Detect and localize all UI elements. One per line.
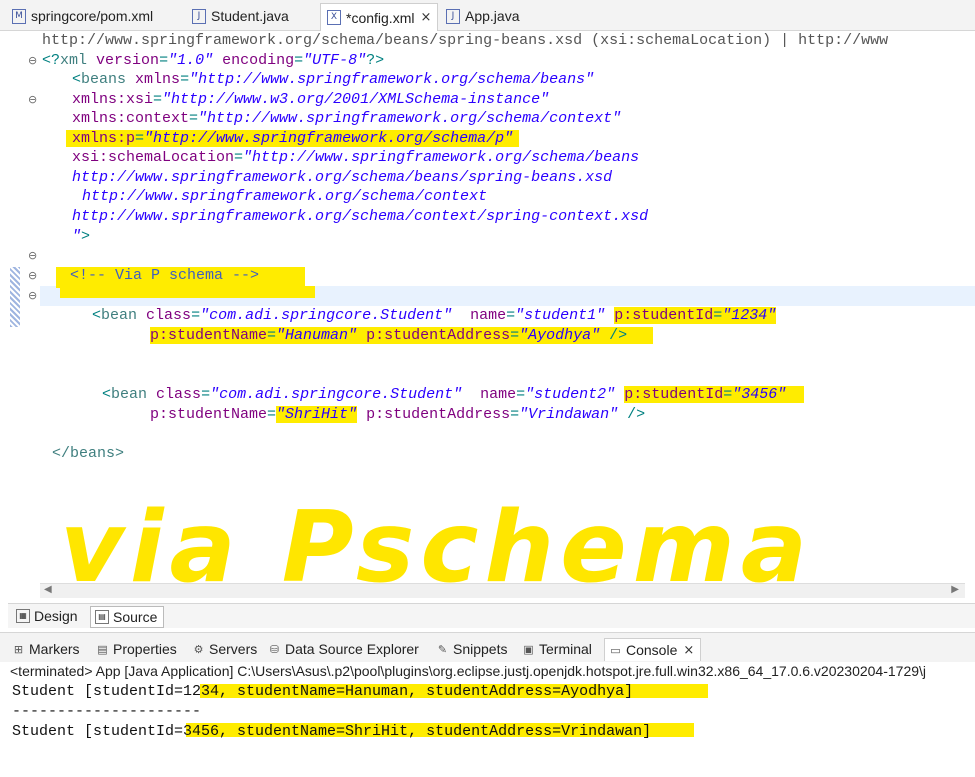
code-line-beans-open: <beans xmlns="http://www.springframework… xyxy=(72,71,595,88)
tab-label: Design xyxy=(34,608,78,624)
maven-file-icon: M xyxy=(12,8,26,24)
editor-mode-tabs: ▦ Design ▤ Source xyxy=(8,603,975,628)
tab-app-java[interactable]: J App.java xyxy=(440,4,519,28)
tab-terminal[interactable]: ▣ Terminal xyxy=(522,638,592,660)
snippets-icon: ✎ xyxy=(437,642,448,656)
code-line-xml-decl: <?xml version="1.0" encoding="UTF-8"?> xyxy=(42,52,385,69)
code-line-xmlns-xsi: xmlns:xsi="http://www.w3.org/2001/XMLSch… xyxy=(72,91,550,108)
tab-label: Snippets xyxy=(453,641,508,657)
tab-design[interactable]: ▦ Design xyxy=(12,606,78,626)
close-icon[interactable]: × xyxy=(420,10,431,25)
tab-label: Terminal xyxy=(539,641,592,657)
java-file-icon: J xyxy=(446,8,460,24)
tab-label: Data Source Explorer xyxy=(285,641,419,657)
console-output-line: --------------------- xyxy=(12,703,202,720)
tab-label: Servers xyxy=(209,641,258,657)
console-status: <terminated> App [Java Application] C:\U… xyxy=(10,663,927,679)
code-line-bean2-b: p:studentName="ShriHit" p:studentAddress… xyxy=(150,406,646,423)
tab-console[interactable]: ▭ Console × xyxy=(604,638,702,661)
fold-toggle-icon[interactable]: ⊖ xyxy=(28,270,38,281)
design-tab-icon: ▦ xyxy=(16,609,30,623)
code-line-bean1-b: p:studentName="Hanuman" p:studentAddress… xyxy=(150,326,654,346)
code-line-beans-close: </beans> xyxy=(52,445,125,462)
tab-pom-xml[interactable]: M springcore/pom.xml xyxy=(6,4,153,28)
code-line-schema-3: http://www.springframework.org/schema/co… xyxy=(82,188,488,205)
tab-snippets[interactable]: ✎ Snippets xyxy=(436,638,508,660)
code-line-comment: <!-- Via P schema --> xyxy=(56,266,306,288)
breadcrumb[interactable]: http://www.springframework.org/schema/be… xyxy=(42,31,888,51)
console-view[interactable]: <terminated> App [Java Application] C:\U… xyxy=(0,662,975,777)
close-icon[interactable]: × xyxy=(683,643,694,658)
console-output-line: Student [studentId=1234, studentName=Han… xyxy=(12,683,634,700)
xml-source-editor[interactable]: http://www.springframework.org/schema/be… xyxy=(0,31,975,601)
tab-label: Properties xyxy=(113,641,177,657)
code-line-xmlns-context: xmlns:context="http://www.springframewor… xyxy=(72,110,622,127)
scroll-right-icon[interactable]: ▶ xyxy=(951,584,959,595)
tab-source[interactable]: ▤ Source xyxy=(90,606,165,628)
horizontal-scrollbar[interactable]: ◀ ▶ xyxy=(40,583,965,598)
tab-label: Student.java xyxy=(211,8,289,24)
code-line-schema-location: xsi:schemaLocation="http://www.springfra… xyxy=(72,149,640,166)
properties-icon: ▤ xyxy=(97,642,108,656)
tab-data-source-explorer[interactable]: ⛁ Data Source Explorer xyxy=(268,638,419,660)
code-line-schema-4: http://www.springframework.org/schema/co… xyxy=(72,208,649,225)
servers-icon: ⚙ xyxy=(193,642,204,656)
scroll-left-icon[interactable]: ◀ xyxy=(44,584,52,595)
tab-properties[interactable]: ▤ Properties xyxy=(96,638,177,660)
fold-toggle-icon[interactable]: ⊖ xyxy=(28,250,38,261)
source-tab-icon: ▤ xyxy=(95,610,109,624)
tab-label: App.java xyxy=(465,8,520,24)
tab-label: Markers xyxy=(29,641,80,657)
tab-label: springcore/pom.xml xyxy=(31,8,154,24)
change-marker xyxy=(10,267,20,327)
tab-label: Console xyxy=(626,642,678,658)
xml-file-icon: X xyxy=(327,10,341,25)
console-icon: ▭ xyxy=(610,643,621,657)
java-file-icon: J xyxy=(192,8,206,24)
fold-toggle-icon[interactable]: ⊖ xyxy=(28,94,38,105)
terminal-icon: ▣ xyxy=(523,642,534,656)
tab-config-xml[interactable]: X *config.xml × xyxy=(320,3,439,31)
code-line-bean1-a: <bean class="com.adi.springcore.Student"… xyxy=(92,307,777,324)
code-line-schema-2: http://www.springframework.org/schema/be… xyxy=(72,169,613,186)
tab-label: Source xyxy=(113,609,158,625)
tab-label: *config.xml xyxy=(346,9,415,26)
view-tab-bar: ⊞ Markers ▤ Properties ⚙ Servers ⛁ Data Sour… xyxy=(0,632,975,663)
tab-student-java[interactable]: J Student.java xyxy=(186,4,289,28)
tab-markers[interactable]: ⊞ Markers xyxy=(12,638,80,660)
code-line-schema-5: "> xyxy=(72,228,91,245)
fold-toggle-icon[interactable]: ⊖ xyxy=(28,290,38,301)
data-source-icon: ⛁ xyxy=(269,642,280,656)
tab-servers[interactable]: ⚙ Servers xyxy=(192,638,258,660)
console-output-line: Student [studentId=3456, studentName=Shr… xyxy=(12,723,652,740)
editor-tab-bar: M springcore/pom.xml J Student.java X *c… xyxy=(0,0,975,31)
code-line-bean2-a: <bean class="com.adi.springcore.Student"… xyxy=(102,385,805,405)
fold-toggle-icon[interactable]: ⊖ xyxy=(28,55,38,66)
markers-icon: ⊞ xyxy=(13,642,24,656)
code-line-xmlns-p: xmlns:p="http://www.springframework.org/… xyxy=(66,129,520,149)
highlight-stroke xyxy=(60,286,315,298)
